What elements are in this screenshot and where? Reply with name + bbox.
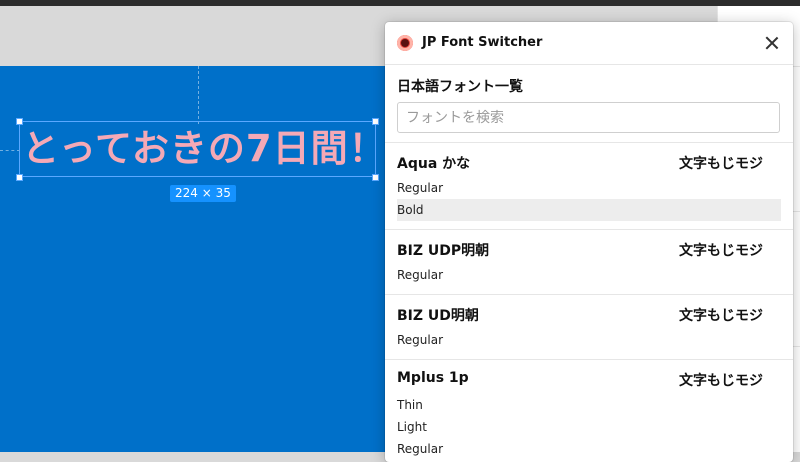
font-sample: 文字もじモジ: [679, 373, 763, 389]
font-list: Aqua かな 文字もじモジ Regular Bold BIZ UDP明朝 文字…: [385, 142, 793, 460]
resize-handle-bottom-left[interactable]: [16, 174, 23, 181]
center-guide-vertical: [198, 66, 199, 124]
font-group-biz-ud-mincho: BIZ UD明朝 文字もじモジ Regular: [385, 294, 793, 359]
font-search-input[interactable]: [397, 102, 780, 133]
font-style-item[interactable]: Thin: [397, 394, 781, 416]
font-sample: 文字もじモジ: [679, 156, 763, 172]
font-group-mplus-1p: Mplus 1p 文字もじモジ Thin Light Regular: [385, 359, 793, 460]
font-name: Aqua かな: [397, 156, 471, 172]
font-style-item[interactable]: Regular: [397, 177, 781, 199]
font-name: Mplus 1p: [397, 370, 469, 386]
section-title: 日本語フォント一覧: [397, 79, 523, 95]
font-group-aqua-kana: Aqua かな 文字もじモジ Regular Bold: [385, 142, 793, 229]
selection-box[interactable]: [19, 121, 376, 177]
font-style-item[interactable]: Regular: [397, 329, 781, 351]
plugin-logo-icon: [397, 35, 413, 51]
plugin-header: JP Font Switcher: [385, 22, 793, 65]
center-guide-horizontal: [0, 150, 20, 151]
close-icon[interactable]: [763, 34, 781, 52]
font-name: BIZ UD明朝: [397, 308, 479, 324]
font-style-item-hovered[interactable]: Bold: [397, 199, 781, 221]
font-group-biz-udp-mincho: BIZ UDP明朝 文字もじモジ Regular: [385, 229, 793, 294]
plugin-window: JP Font Switcher 日本語フォント一覧 Aqua かな 文字もじモ…: [385, 22, 793, 462]
plugin-title: JP Font Switcher: [422, 35, 543, 50]
resize-handle-bottom-right[interactable]: [372, 174, 379, 181]
font-style-item[interactable]: Regular: [397, 438, 781, 460]
font-style-item[interactable]: Light: [397, 416, 781, 438]
resize-handle-top-left[interactable]: [16, 118, 23, 125]
resize-handle-top-right[interactable]: [372, 118, 379, 125]
size-badge: 224 × 35: [170, 185, 236, 202]
font-sample: 文字もじモジ: [679, 308, 763, 324]
font-sample: 文字もじモジ: [679, 243, 763, 259]
font-style-item[interactable]: Regular: [397, 264, 781, 286]
font-name: BIZ UDP明朝: [397, 243, 490, 259]
